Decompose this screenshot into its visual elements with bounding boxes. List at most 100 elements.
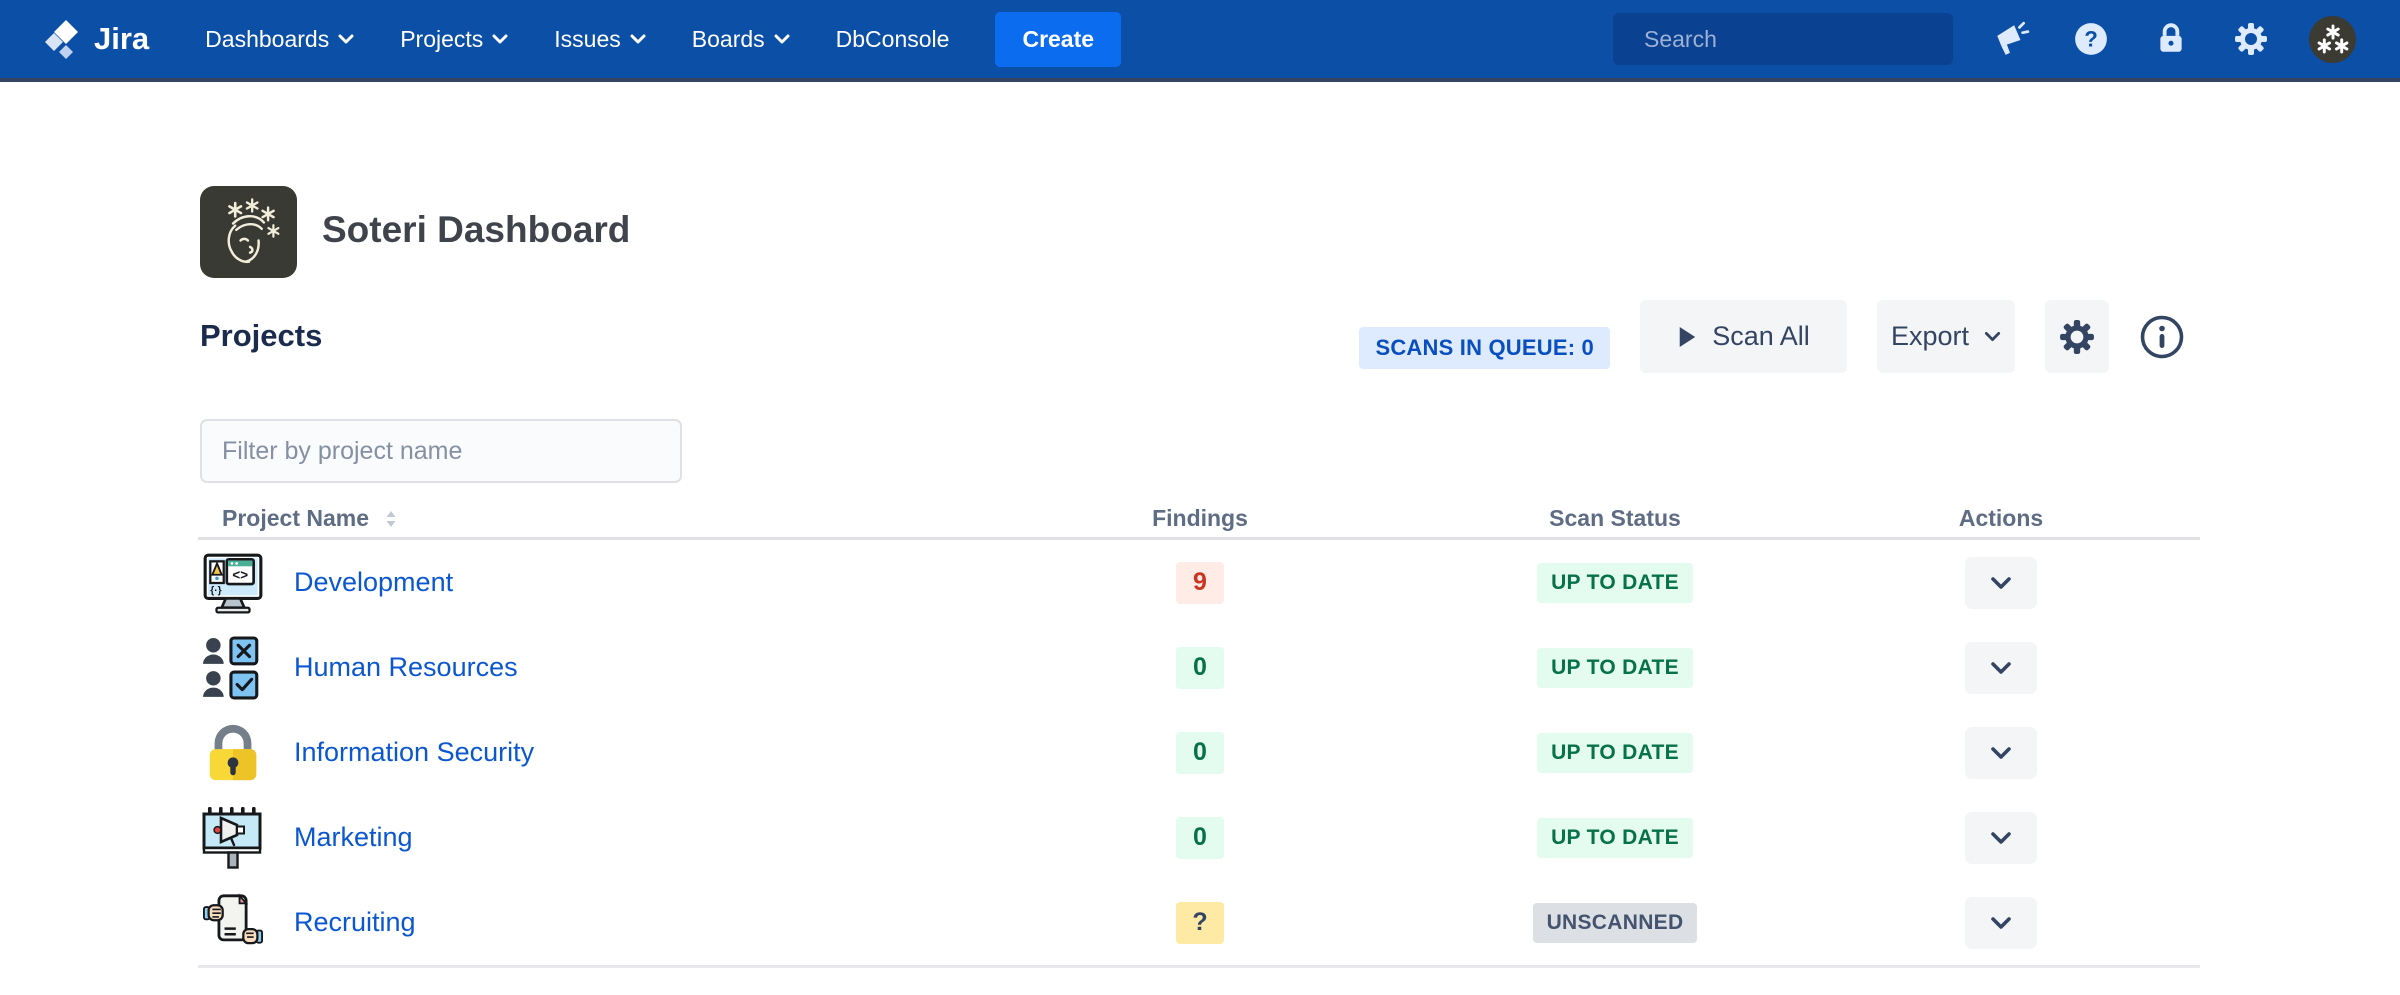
- nav-dashboards[interactable]: Dashboards: [205, 26, 354, 53]
- lock-icon: [2155, 22, 2187, 56]
- chevron-down-icon: [492, 34, 508, 44]
- screen: Jira Dashboards Projects Issues Boards D…: [0, 0, 2400, 995]
- status-cell: UNSCANNED: [1340, 903, 1890, 943]
- projects-toolbar: SCANS IN QUEUE: 0 Scan All Export: [1359, 300, 2185, 373]
- play-icon: [1677, 325, 1697, 349]
- info-icon: [2139, 314, 2185, 360]
- scans-in-queue-badge: SCANS IN QUEUE: 0: [1359, 327, 1610, 369]
- nav-boards[interactable]: Boards: [692, 26, 790, 53]
- soteri-logo: [200, 186, 297, 278]
- header-findings: Findings: [1060, 505, 1340, 532]
- project-link[interactable]: Recruiting: [294, 907, 416, 938]
- table-header: Project Name Findings Scan Status Action…: [198, 500, 2200, 540]
- header-label: Project Name: [222, 505, 369, 532]
- svg-text:<>: <>: [232, 567, 248, 582]
- chevron-down-icon: [1990, 831, 2012, 845]
- avatar-asterisks-icon: [2313, 19, 2353, 59]
- nav-dbconsole[interactable]: DbConsole: [836, 26, 950, 53]
- status-badge: UP TO DATE: [1537, 818, 1693, 858]
- table-row: Marketing 0 UP TO DATE: [198, 795, 2200, 880]
- handover-icon: [200, 890, 266, 956]
- export-button[interactable]: Export: [1877, 300, 2015, 373]
- jira-mark-icon: [44, 18, 84, 60]
- project-cell: Human Resources: [198, 635, 1060, 701]
- project-link[interactable]: Human Resources: [294, 652, 518, 683]
- chevron-down-icon: [1990, 746, 2012, 760]
- page-title: Soteri Dashboard: [322, 209, 630, 251]
- row-actions-button[interactable]: [1965, 642, 2037, 694]
- row-actions-button[interactable]: [1965, 812, 2037, 864]
- jira-logo[interactable]: Jira: [44, 18, 149, 60]
- header-actions: Actions: [1890, 505, 2200, 532]
- findings-badge: 0: [1176, 732, 1224, 774]
- row-actions-button[interactable]: [1965, 897, 2037, 949]
- svg-text:{·}: {·}: [210, 585, 221, 596]
- user-avatar[interactable]: [2309, 16, 2356, 63]
- status-cell: UP TO DATE: [1340, 733, 1890, 773]
- nav-label: DbConsole: [836, 26, 950, 53]
- human-resources-icon: [200, 635, 266, 701]
- findings-badge: 0: [1176, 647, 1224, 689]
- findings-badge: 9: [1176, 562, 1224, 604]
- scan-all-button[interactable]: Scan All: [1640, 300, 1847, 373]
- findings-cell: 0: [1060, 817, 1340, 859]
- table-row: Human Resources 0 UP TO DATE: [198, 625, 2200, 710]
- findings-cell: 0: [1060, 647, 1340, 689]
- nav-projects[interactable]: Projects: [400, 26, 508, 53]
- settings-button[interactable]: [2229, 17, 2273, 61]
- megaphone-icon: [1992, 21, 2030, 57]
- project-cell: Recruiting: [198, 890, 1060, 956]
- sort-icon: [383, 508, 399, 530]
- actions-cell: [1890, 727, 2200, 779]
- chevron-down-icon: [338, 34, 354, 44]
- table-row: Recruiting ? UNSCANNED: [198, 880, 2200, 965]
- search-input[interactable]: [1642, 25, 1942, 54]
- chevron-down-icon: [1990, 916, 2012, 930]
- dashboard-settings-button[interactable]: [2045, 300, 2109, 373]
- navbar-right: ?: [1613, 13, 2356, 65]
- table-row: Information Security 0 UP TO DATE: [198, 710, 2200, 795]
- nav-issues[interactable]: Issues: [554, 26, 645, 53]
- projects-table: Project Name Findings Scan Status Action…: [198, 500, 2200, 968]
- security-button[interactable]: [2149, 17, 2193, 61]
- header-label: Findings: [1152, 505, 1248, 532]
- row-actions-button[interactable]: [1965, 727, 2037, 779]
- search-box[interactable]: [1613, 13, 1953, 65]
- findings-cell: ?: [1060, 902, 1340, 944]
- help-button[interactable]: ?: [2069, 17, 2113, 61]
- nav-label: Dashboards: [205, 26, 329, 53]
- header-label: Scan Status: [1549, 505, 1681, 532]
- header-project-name[interactable]: Project Name: [198, 505, 1060, 532]
- project-cell: Information Security: [198, 720, 1060, 786]
- top-navbar: Jira Dashboards Projects Issues Boards D…: [0, 0, 2400, 82]
- actions-cell: [1890, 812, 2200, 864]
- status-cell: UP TO DATE: [1340, 648, 1890, 688]
- create-button[interactable]: Create: [995, 12, 1121, 67]
- status-cell: UP TO DATE: [1340, 563, 1890, 603]
- project-cell: Marketing: [198, 805, 1060, 871]
- soteri-face-icon: [214, 198, 284, 266]
- gear-icon: [2059, 319, 2095, 355]
- project-link[interactable]: Marketing: [294, 822, 413, 853]
- actions-cell: [1890, 897, 2200, 949]
- row-actions-button[interactable]: [1965, 557, 2037, 609]
- nav-label: Boards: [692, 26, 765, 53]
- project-link[interactable]: Development: [294, 567, 453, 598]
- brand-text: Jira: [94, 21, 149, 57]
- nav-label: Issues: [554, 26, 620, 53]
- actions-cell: [1890, 557, 2200, 609]
- gear-icon: [2234, 22, 2268, 56]
- header-label: Actions: [1959, 505, 2043, 532]
- scan-all-label: Scan All: [1712, 321, 1810, 352]
- info-button[interactable]: [2139, 314, 2185, 360]
- nav-label: Projects: [400, 26, 483, 53]
- announcements-button[interactable]: [1989, 17, 2033, 61]
- status-badge: UP TO DATE: [1537, 648, 1693, 688]
- chevron-down-icon: [630, 34, 646, 44]
- project-link[interactable]: Information Security: [294, 737, 534, 768]
- actions-cell: [1890, 642, 2200, 694]
- findings-badge: 0: [1176, 817, 1224, 859]
- findings-cell: 0: [1060, 732, 1340, 774]
- project-filter-input[interactable]: [200, 419, 682, 483]
- status-cell: UP TO DATE: [1340, 818, 1890, 858]
